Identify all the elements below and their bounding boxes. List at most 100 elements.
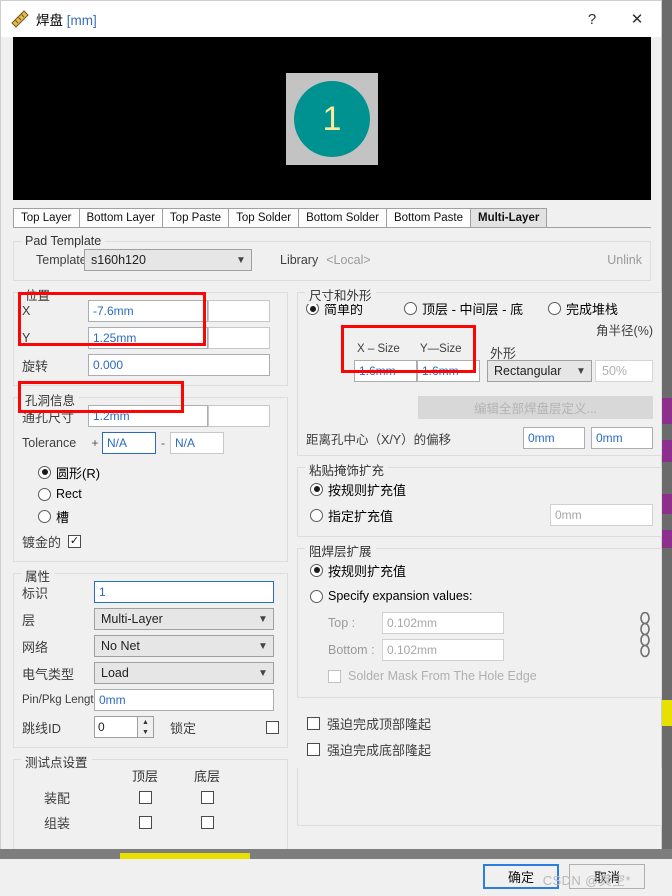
solder-mask-group: 阻焊层扩展 按规则扩充值 Specify expansion values: T… [297, 541, 662, 698]
tab-bottom-solder[interactable]: Bottom Solder [298, 208, 387, 227]
designator-input[interactable] [94, 581, 274, 603]
hole-offset-label: 距离孔中心（X/Y）的偏移 [306, 432, 452, 447]
y-size-input[interactable] [417, 360, 480, 382]
tab-multi-layer[interactable]: Multi-Layer [469, 208, 548, 227]
hole-size-extra [208, 405, 270, 427]
size-mode-topmidbottom-radio[interactable]: 顶层 - 中间层 - 底 [404, 299, 544, 318]
position-y-label: Y [22, 331, 31, 345]
tab-top-paste[interactable]: Top Paste [161, 208, 230, 227]
solder-mask-bottom-row: Bottom : [310, 636, 629, 663]
testpoint-assembly-label: 装配 [44, 791, 71, 806]
rotation-input[interactable] [88, 354, 270, 376]
size-table: X – Size Y—Size 外形 Rectangular ▼ [306, 343, 653, 382]
hole-offset-x-input[interactable] [523, 427, 585, 449]
force-top-checkbox[interactable] [307, 716, 320, 730]
jumper-id-label: 跳线ID [22, 720, 62, 736]
plated-label: 镀金的 [22, 534, 62, 550]
tab-bottom-paste[interactable]: Bottom Paste [385, 208, 471, 227]
stepper-arrows[interactable]: ▲ ▼ [138, 716, 154, 738]
paste-mask-rule-radio[interactable]: 按规则扩充值 [310, 480, 406, 499]
rotation-label: 旋转 [22, 358, 49, 374]
solder-mask-specify-row: Specify expansion values: [310, 583, 653, 609]
size-shape-legend: 尺寸和外形 [305, 285, 376, 304]
net-label: 网络 [22, 639, 49, 655]
hole-shape-rect-radio[interactable]: Rect [38, 483, 275, 505]
force-top-label: 强迫完成顶部隆起 [327, 716, 432, 732]
ok-button[interactable]: 确定 [483, 863, 559, 889]
radio-dot-icon [38, 509, 51, 523]
right-bottom-filler [297, 768, 662, 826]
paste-mask-specify-input[interactable] [550, 504, 653, 526]
template-label: Template [36, 253, 87, 267]
plated-checkbox[interactable]: ✓ [68, 534, 82, 548]
testpoint-assembly-top-checkbox[interactable] [138, 791, 152, 804]
hole-size-label: 通孔尺寸 [22, 409, 75, 425]
corner-radius-spacer [595, 343, 653, 360]
solder-mask-rule-label: 按规则扩充值 [328, 563, 407, 579]
title-bar: 焊盘 [mm] ? ✕ [1, 1, 661, 37]
layer-dropdown[interactable]: Multi-Layer ▼ [94, 608, 274, 630]
testpoint-fab-top-checkbox[interactable] [138, 816, 152, 829]
solder-mask-top-label: Top : [328, 615, 356, 630]
radio-dot-icon [310, 589, 323, 603]
hole-offset-row: 距离孔中心（X/Y）的偏移 [306, 427, 653, 449]
size-mode-fullstack-radio[interactable]: 完成堆栈 [548, 299, 618, 318]
testpoint-row-assembly: 装配 [22, 785, 279, 810]
force-bottom-checkbox[interactable] [307, 742, 320, 756]
x-size-input[interactable] [354, 360, 417, 382]
tab-top-solder[interactable]: Top Solder [228, 208, 300, 227]
properties-legend: 属性 [21, 566, 55, 585]
page-title: 焊盘 [mm] [36, 9, 97, 29]
layer-tabs: Top Layer Bottom Layer Top Paste Top Sol… [13, 208, 651, 228]
close-icon[interactable]: ✕ [613, 1, 661, 37]
position-y-input[interactable] [88, 327, 208, 349]
hole-shape-round-label: 圆形(R) [56, 465, 101, 481]
pin-pkg-length-input[interactable] [94, 689, 274, 711]
left-column: 位置 X Y 旋转 孔洞信息 [13, 281, 288, 856]
shape-dropdown[interactable]: Rectangular ▼ [487, 360, 592, 382]
cancel-button[interactable]: 取消 [569, 863, 645, 889]
hole-shape-slot-radio[interactable]: 槽 [38, 505, 275, 527]
solder-mask-top-input[interactable] [382, 611, 504, 634]
electrical-type-dropdown[interactable]: Load ▼ [94, 662, 274, 684]
net-dropdown[interactable]: No Net ▼ [94, 635, 274, 657]
tolerance-minus-input[interactable] [170, 432, 224, 454]
testpoint-fab-bottom-cell [176, 816, 238, 829]
desktop-right-edge [662, 0, 672, 859]
hole-shape-rect-label: Rect [56, 487, 82, 501]
hole-shape-round-radio[interactable]: 圆形(R) [38, 461, 275, 483]
hole-offset-y-input[interactable] [591, 427, 653, 449]
lock-checkbox[interactable] [266, 720, 279, 734]
radio-dot-selected-icon [38, 465, 51, 479]
testpoint-assembly-bottom-checkbox[interactable] [200, 791, 214, 804]
solder-mask-rule-radio[interactable]: 按规则扩充值 [310, 561, 406, 580]
paste-mask-specify-radio[interactable]: 指定扩充值 [310, 506, 393, 525]
radio-dot-icon [548, 302, 561, 315]
edit-all-pad-layers-button: 编辑全部焊盘层定义... [418, 396, 653, 419]
unlink-link[interactable]: Unlink [607, 253, 642, 267]
stepper-down-icon[interactable]: ▼ [138, 727, 153, 737]
jumper-id-stepper[interactable]: ▲ ▼ [94, 716, 154, 738]
stepper-up-icon[interactable]: ▲ [138, 717, 153, 727]
position-x-input[interactable] [88, 300, 208, 322]
dialog-footer: 确定 取消 CSDN @真空* [1, 856, 661, 896]
solder-mask-bottom-input[interactable] [382, 638, 504, 661]
solder-mask-specify-radio[interactable]: Specify expansion values: [310, 589, 473, 603]
paste-mask-specify-label: 指定扩充值 [328, 508, 394, 524]
hole-size-input[interactable] [88, 405, 208, 427]
template-dropdown[interactable]: s160h120 ▼ [84, 249, 252, 271]
tab-top-layer[interactable]: Top Layer [13, 208, 80, 227]
y-size-label: Y—Size [420, 343, 462, 355]
position-x-extra [208, 300, 270, 322]
chevron-down-icon: ▼ [258, 640, 268, 652]
size-mode-topmidbottom-label: 顶层 - 中间层 - 底 [422, 302, 524, 317]
designator-label: 标识 [22, 585, 49, 601]
paste-mask-rule-label: 按规则扩充值 [328, 482, 407, 498]
help-button[interactable]: ? [571, 1, 613, 37]
testpoint-fab-bottom-checkbox[interactable] [200, 816, 214, 829]
tab-bottom-layer[interactable]: Bottom Layer [78, 208, 163, 227]
main-panes: 位置 X Y 旋转 孔洞信息 [1, 281, 662, 856]
chain-link-icon[interactable] [637, 612, 653, 660]
tolerance-plus-input[interactable] [102, 432, 156, 454]
jumper-id-input[interactable] [94, 716, 138, 738]
